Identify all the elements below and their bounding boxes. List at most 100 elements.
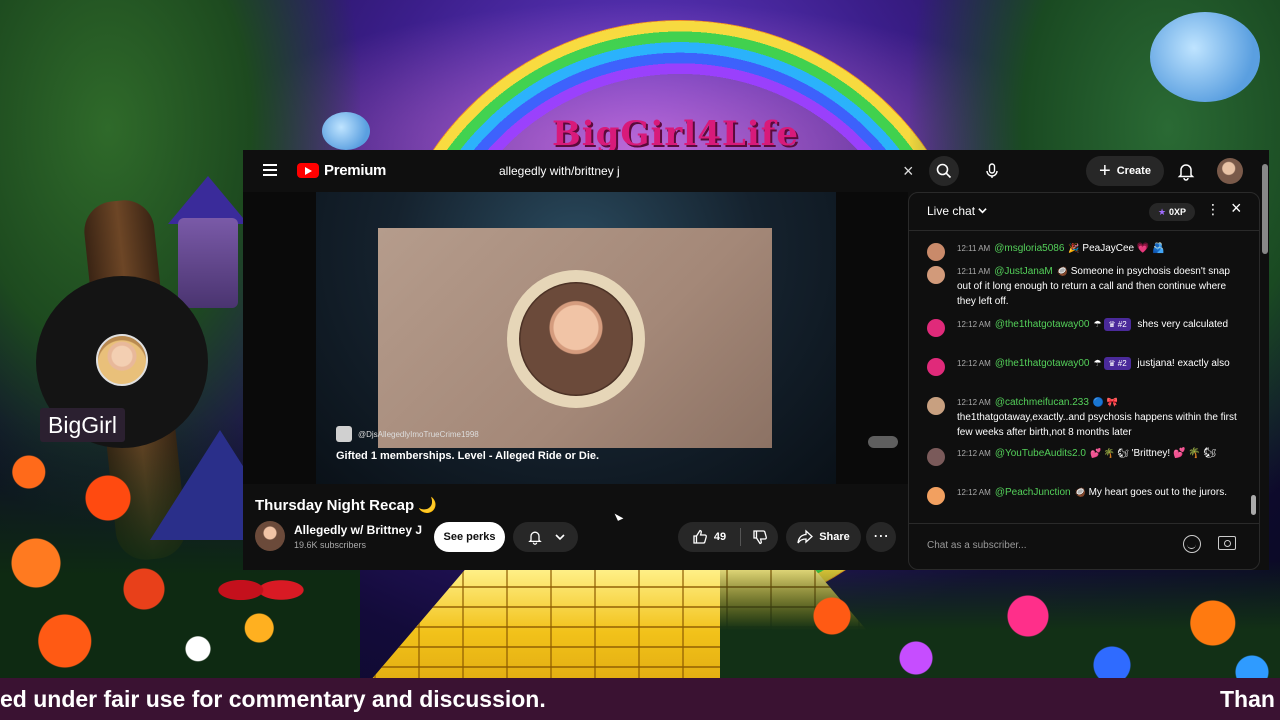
chat-author[interactable]: @JustJanaM [994,266,1053,277]
chat-message-body: 12:12 AM @catchmeifucan.233 🔵 🎀 the1thatgo… [957,395,1239,440]
brand-logo-text: BigGirl4Life [552,114,799,154]
mic-icon [986,163,998,178]
chat-author[interactable]: @PeachJunction [995,487,1071,498]
share-icon [797,529,814,544]
chat-author[interactable]: @the1thatgotaway00 [995,319,1090,330]
chat-message-body: 12:12 AM @PeachJunction 🥥 My heart goes ou… [957,485,1239,500]
chat-avatar[interactable] [927,243,945,261]
super-chat-icon[interactable] [1218,536,1236,550]
plus-icon: + [1099,160,1111,182]
like-dislike-group: 49 [678,522,778,552]
thumbs-down-icon [752,530,767,545]
chat-time: 12:12 AM [957,449,991,458]
live-chat-mode-dropdown[interactable]: Live chat [927,204,988,218]
chat-time: 12:12 AM [957,488,991,497]
castle-tower-roof [168,176,248,224]
chat-author[interactable]: @the1thatgotaway00 [995,358,1090,369]
create-button[interactable]: + Create [1086,156,1164,186]
live-chat-title: Live chat [927,204,976,218]
subscriber-count: 19.6K subscribers [294,540,367,550]
search-input[interactable] [489,158,927,184]
chat-message-body: 12:12 AM @the1thatgotaway00 ☂ ♛ #2 justjan… [957,356,1239,371]
chat-emoji: ☂ [1093,358,1102,368]
bluebird-icon [1150,12,1260,102]
chat-avatar[interactable] [927,319,945,337]
emoji-picker-icon[interactable] [1183,535,1201,553]
chat-emoji: 🥥 [1074,487,1086,497]
ticker-text-right: Than [1220,686,1275,712]
chat-text: 'Brittney! 💕 🌴 🐿 [1131,448,1217,459]
chat-author[interactable]: @msgloria5086 [994,243,1064,254]
video-portrait-ring [507,270,645,408]
chat-more-options-icon[interactable]: ⋮ [1206,201,1220,218]
castle-tower [178,218,238,308]
xp-value: 0XP [1169,207,1187,217]
subscribed-notification-button[interactable] [513,522,578,552]
page-scrollbar-thumb[interactable] [1262,164,1268,254]
menu-icon[interactable] [263,164,277,176]
more-actions-button[interactable]: ⋯ [866,522,896,552]
video-handle-text: @DjsAllegedlyImoTrueCrime1998 [358,429,479,439]
chat-messages-feed[interactable]: 12:11 AM @msgloria5086 🎉 PeaJayCee 💗 🫂 12:… [909,231,1251,521]
chat-avatar[interactable] [927,397,945,415]
gift-icon [336,426,352,442]
live-chat-panel: Live chat ★ 0XP ⋮ × 12:11 AM @msgloria508… [908,192,1260,570]
chat-message-body: 12:11 AM @msgloria5086 🎉 PeaJayCee 💗 🫂 [957,241,1239,256]
notifications-button[interactable] [1176,161,1196,181]
channel-avatar[interactable] [255,521,285,551]
chat-emoji: 🔵 🎀 [1092,397,1118,407]
chat-time: 12:11 AM [957,267,991,276]
like-count: 49 [713,531,727,543]
chat-message-body: 12:11 AM @JustJanaM 🥥 Someone in psychosis… [957,264,1239,309]
channel-name[interactable]: Allegedly w/ Brittney J [294,523,422,537]
bell-icon [527,531,542,545]
youtube-logo-icon[interactable] [297,163,319,178]
search-button[interactable] [929,156,959,186]
youtube-window: Premium × + Create [243,150,1269,570]
chat-text: My heart goes out to the jurors. [1088,487,1227,498]
chat-emoji: 🥥 [1056,266,1068,276]
account-avatar[interactable] [1217,158,1243,184]
voice-search-button[interactable] [977,156,1007,186]
chat-message-body: 12:12 AM @the1thatgotaway00 ☂ ♛ #2 shes ve… [957,317,1239,332]
live-chat-header: Live chat ★ 0XP ⋮ × [909,193,1259,231]
video-title: Thursday Night Recap 🌙 [255,496,437,514]
chat-avatar[interactable] [927,358,945,376]
chat-emoji: 💕 🌴 🐿 [1089,448,1129,458]
chat-author[interactable]: @catchmeifucan.233 [995,397,1089,408]
chat-time: 12:12 AM [957,320,991,329]
like-button[interactable]: 49 [678,522,740,552]
mouse-cursor-icon [614,511,624,521]
share-button[interactable]: Share [786,522,861,552]
chat-author[interactable]: @YouTubeAudits2.0 [995,448,1086,459]
chat-scrollbar-thumb[interactable] [1251,495,1256,515]
youtube-header: Premium × + Create [243,150,1269,192]
video-player[interactable]: @DjsAllegedlyImoTrueCrime1998 Gifted 1 m… [243,192,908,484]
chevron-down-icon [554,534,565,541]
chat-avatar[interactable] [927,487,945,505]
chat-emoji: 🎉 [1068,243,1080,253]
video-gift-handle: @DjsAllegedlyImoTrueCrime1998 [336,426,479,442]
chat-scrollbar[interactable] [1251,237,1256,519]
xp-badge[interactable]: ★ 0XP [1149,203,1195,221]
chat-text: PeaJayCee 💗 🫂 [1082,243,1165,254]
chat-text: shes very calculated [1137,319,1229,330]
ticker-text-left: ed under fair use for commentary and dis… [0,686,546,712]
chat-avatar[interactable] [927,266,945,284]
dislike-button[interactable] [741,522,778,552]
close-chat-icon[interactable]: × [1231,199,1242,217]
clear-search-icon[interactable]: × [903,162,914,180]
chevron-down-icon [978,208,988,214]
youtube-logo-text[interactable]: Premium [324,162,386,179]
streamer-name-label: BigGirl [40,408,126,442]
see-perks-button[interactable]: See perks [434,522,505,552]
page-scrollbar[interactable] [1262,158,1268,568]
video-frame: @DjsAllegedlyImoTrueCrime1998 Gifted 1 m… [316,192,836,484]
chat-time: 12:12 AM [957,359,991,368]
small-bluebird-icon [322,112,370,150]
chat-time: 12:12 AM [957,398,991,407]
chat-input[interactable] [927,532,1167,558]
chat-avatar[interactable] [927,448,945,466]
video-card [378,228,772,448]
streamer-cam-face [96,334,148,386]
